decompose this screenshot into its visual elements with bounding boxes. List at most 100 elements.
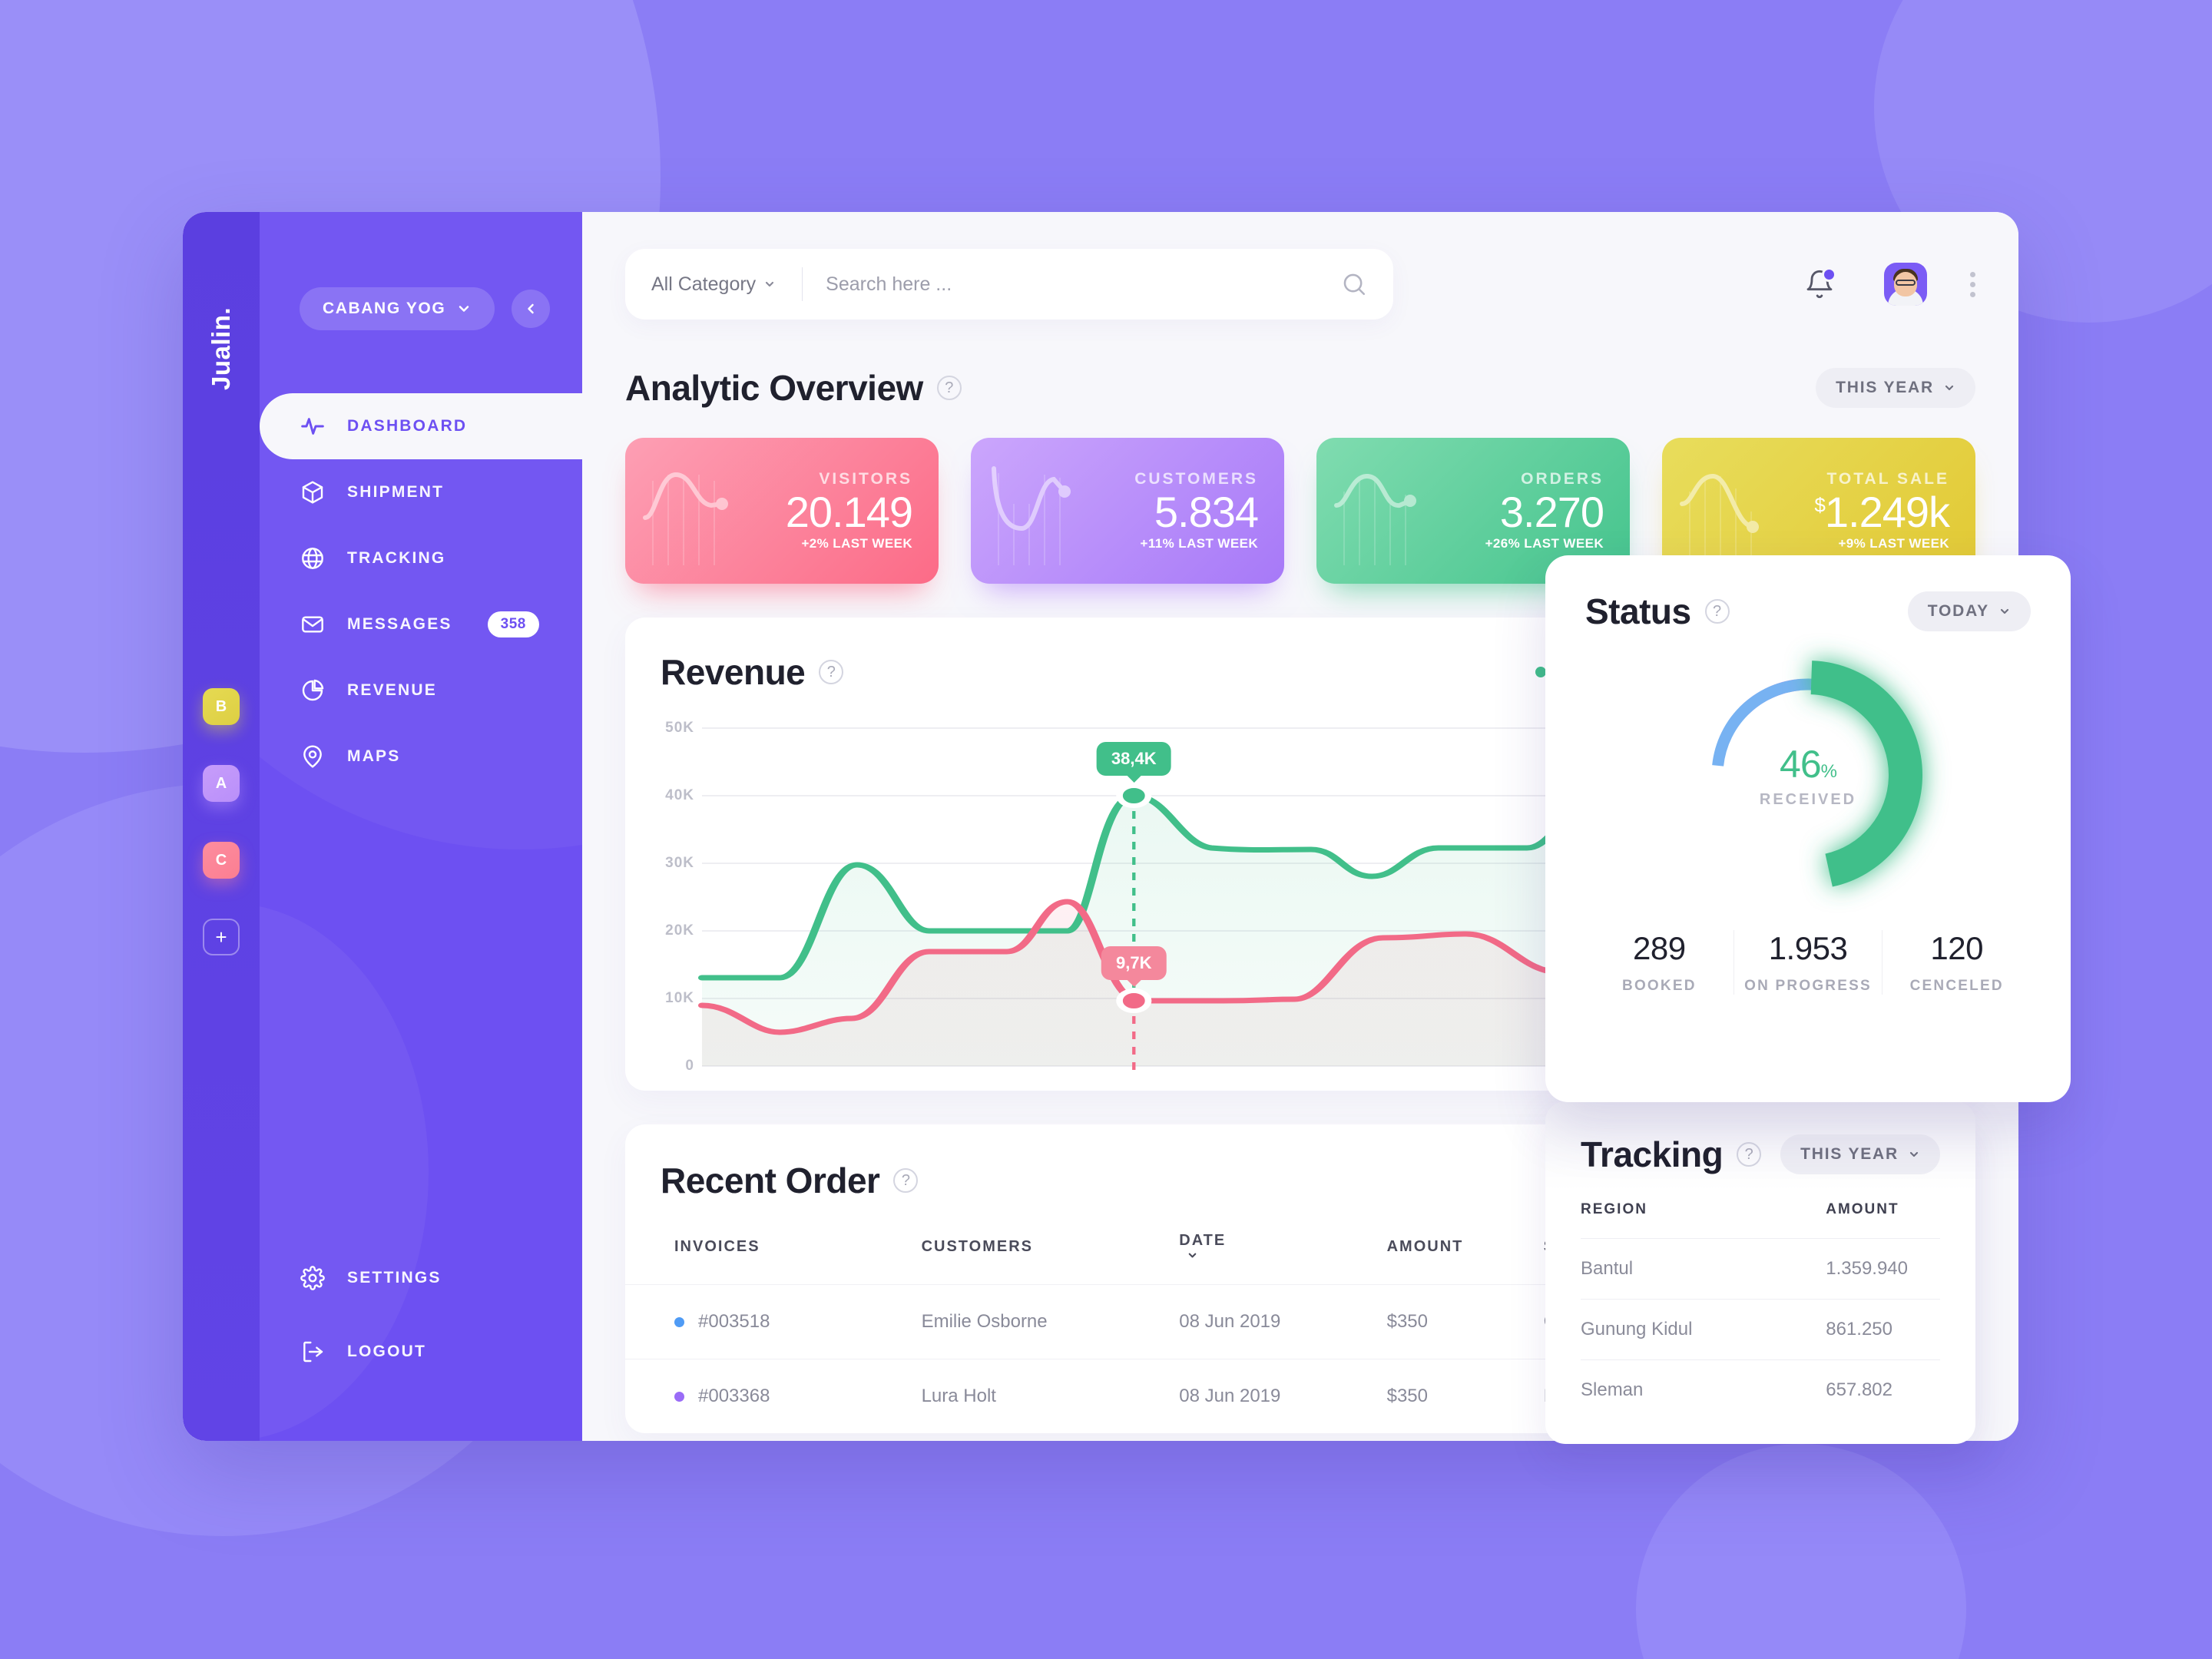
chevron-down-icon — [1909, 1151, 1919, 1157]
sidebar-item-messages[interactable]: MESSAGES 358 — [260, 591, 582, 657]
notifications-button[interactable] — [1804, 267, 1836, 300]
table-row[interactable]: Gunung Kidul 861.250 — [1581, 1299, 1940, 1360]
cell-amount: 861.250 — [1710, 1299, 1940, 1360]
donut-percent-caption: RECEIVED — [1759, 790, 1857, 808]
gear-icon — [300, 1265, 326, 1291]
sidebar-nav: DASHBOARD SHIPMENT TRACKING MESSAGES 358… — [260, 393, 582, 790]
category-label: All Category — [651, 273, 757, 295]
branch-label: CABANG YOG — [323, 300, 446, 317]
stat-card-value: $1.249k — [1814, 488, 1950, 537]
status-stat-label: BOOKED — [1622, 978, 1697, 994]
globe-icon — [300, 545, 326, 571]
category-select[interactable]: All Category — [625, 273, 802, 296]
sidebar-item-revenue[interactable]: REVENUE — [260, 657, 582, 724]
column-header-region[interactable]: REGION — [1581, 1201, 1710, 1239]
column-header-amount[interactable]: AMOUNT — [1710, 1201, 1940, 1239]
status-period-selector[interactable]: TODAY — [1907, 591, 2031, 631]
sidebar-footer-nav: SETTINGS LOGOUT — [260, 1241, 582, 1389]
status-stat-label: ON PROGRESS — [1744, 978, 1872, 994]
rail-app-label: C — [215, 851, 227, 869]
search-bar: All Category — [625, 249, 1393, 320]
column-header-customers[interactable]: CUSTOMERS — [922, 1232, 1180, 1285]
recent-order-title: Recent Order — [661, 1161, 880, 1200]
period-label: TODAY — [1927, 602, 1989, 620]
stat-card-value: 3.270 — [1499, 487, 1604, 536]
status-stats: 289 BOOKED 1.953 ON PROGRESS 120 CENCELE… — [1585, 930, 2031, 995]
sidebar-item-label: MAPS — [347, 747, 401, 765]
stat-card-visitors[interactable]: VISITORS 20.149 +2% LAST WEEK — [625, 438, 939, 584]
cell-customer: Lura Holt — [921, 1359, 1180, 1433]
column-header-amount[interactable]: AMOUNT — [1387, 1232, 1544, 1285]
search-icon — [1343, 273, 1366, 296]
sidebar-item-logout[interactable]: LOGOUT — [260, 1315, 582, 1389]
plus-icon: + — [215, 925, 227, 949]
donut-percent: 46% — [1760, 742, 1856, 786]
help-icon[interactable]: ? — [1737, 1142, 1762, 1167]
rail-app-a[interactable]: A — [203, 765, 240, 802]
stat-card-customers[interactable]: CUSTOMERS 5.834 +11% LAST WEEK — [971, 438, 1284, 584]
status-stat-label: CENCELED — [1909, 978, 2004, 994]
sparkline-icon — [643, 472, 728, 565]
avatar-glasses — [1896, 280, 1916, 286]
sidebar-item-shipment[interactable]: SHIPMENT — [260, 459, 582, 525]
stat-card-text: VISITORS 20.149 +2% LAST WEEK — [786, 470, 913, 552]
table-row[interactable]: Bantul 1.359.940 — [1581, 1238, 1940, 1300]
branch-selector[interactable]: CABANG YOG — [300, 287, 495, 330]
help-icon[interactable]: ? — [936, 376, 962, 400]
column-header-date[interactable]: DATE — [1179, 1232, 1386, 1285]
y-axis-tick: 10K — [665, 990, 694, 1006]
help-icon[interactable]: ? — [819, 660, 844, 684]
table-row[interactable]: Sleman 657.802 — [1581, 1359, 1940, 1420]
sidebar-item-maps[interactable]: MAPS — [260, 724, 582, 790]
currency-symbol: $ — [1814, 492, 1826, 516]
income-data-point — [1116, 783, 1152, 808]
tracking-period-selector[interactable]: THIS YEAR — [1780, 1134, 1940, 1174]
search-button[interactable] — [1315, 271, 1393, 297]
page-title: Analytic Overview — [625, 368, 923, 408]
rail-app-c[interactable]: C — [203, 842, 240, 879]
brand-logo: Jualin. — [207, 306, 235, 391]
logout-icon — [300, 1339, 326, 1365]
analytic-header: Analytic Overview ? THIS YEAR — [582, 367, 2018, 409]
activity-icon — [300, 413, 326, 439]
tracking-table: REGION AMOUNT Bantul 1.359.940 Gunung Ki… — [1581, 1201, 1940, 1420]
cell-region: Bantul — [1581, 1238, 1711, 1300]
chevron-down-icon — [1188, 1253, 1197, 1258]
income-tooltip-label: 38,4K — [1111, 749, 1157, 768]
stat-card-label: ORDERS — [1521, 469, 1604, 488]
more-vertical-icon[interactable] — [1970, 271, 1975, 297]
cell-date: 08 Jun 2019 — [1179, 1284, 1387, 1359]
tooltip-arrow — [1126, 979, 1142, 987]
search-input[interactable] — [803, 273, 1315, 296]
background-blob — [1636, 1444, 1966, 1659]
stat-card-text: CUSTOMERS 5.834 +11% LAST WEEK — [1134, 470, 1259, 552]
sidebar-collapse-button[interactable] — [512, 290, 551, 328]
cell-invoice: #003368 — [625, 1359, 922, 1433]
help-icon[interactable]: ? — [893, 1168, 919, 1193]
period-label: THIS YEAR — [1836, 379, 1934, 396]
analytic-period-selector[interactable]: THIS YEAR — [1816, 368, 1975, 408]
cell-region: Sleman — [1581, 1359, 1711, 1420]
rail-app-b[interactable]: B — [203, 688, 240, 725]
column-header-invoices[interactable]: INVOICES — [625, 1232, 922, 1285]
y-axis-tick: 0 — [685, 1058, 694, 1074]
tracking-header: Tracking ? THIS YEAR — [1581, 1134, 1940, 1175]
y-axis-tick: 50K — [665, 720, 694, 736]
map-pin-icon — [300, 743, 326, 770]
cell-amount: 1.359.940 — [1710, 1238, 1940, 1300]
status-header: Status ? TODAY — [1585, 591, 2031, 632]
topbar: All Category — [582, 212, 2018, 320]
sidebar-item-tracking[interactable]: TRACKING — [260, 525, 582, 591]
sidebar-item-settings[interactable]: SETTINGS — [260, 1241, 582, 1315]
outcome-tooltip-label: 9,7K — [1116, 953, 1152, 972]
sidebar-item-label: TRACKING — [347, 549, 446, 567]
sidebar-item-dashboard[interactable]: DASHBOARD — [260, 393, 582, 459]
add-app-button[interactable]: + — [203, 919, 240, 955]
help-icon[interactable]: ? — [1704, 599, 1730, 624]
status-stat-value: 1.953 — [1768, 930, 1848, 966]
status-card: Status ? TODAY 46% RECEIVED 289 BOOKED 1… — [1545, 555, 2071, 1102]
avatar[interactable] — [1884, 263, 1927, 306]
cell-amount: $350 — [1386, 1359, 1544, 1433]
box-icon — [300, 479, 326, 505]
status-title: Status — [1585, 591, 1691, 631]
